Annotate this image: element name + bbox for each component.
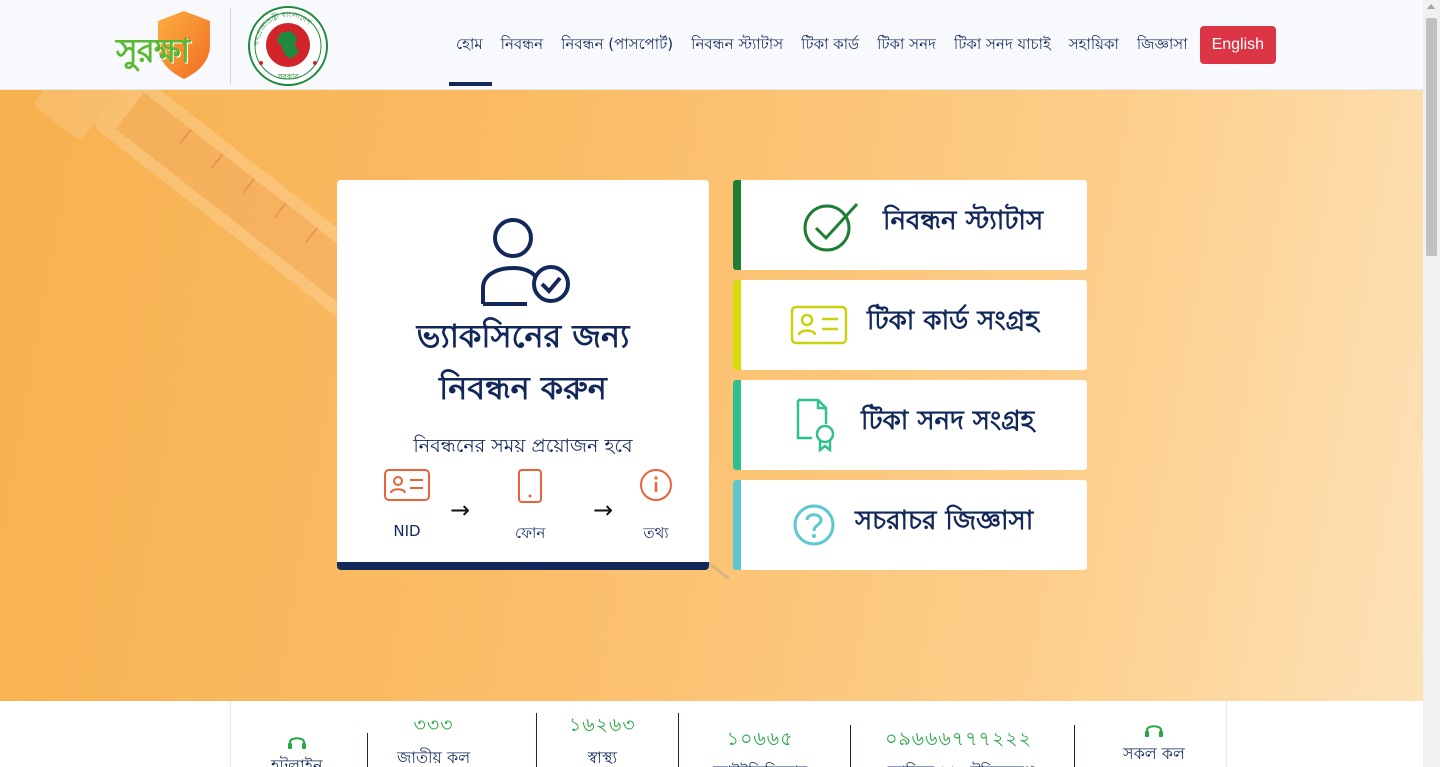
main-nav: হোম নিবন্ধন নিবন্ধন (পাসপোর্ট) নিবন্ধন স… <box>449 0 1277 90</box>
hotline-number[interactable]: ১০৬৬৫ <box>713 725 807 757</box>
scroll-up-arrow-icon[interactable] <box>1427 4 1435 9</box>
hotline-label: কোভিড-১৯ টেলিহেলথ <box>883 759 1034 767</box>
language-toggle-button[interactable]: English <box>1199 26 1277 64</box>
site-header: সুরক্ষা গণপ্রজাতন্ত্রী বাংলাদেশ সরকার হো… <box>0 0 1423 90</box>
hotline-number[interactable]: ১৬২৬৩ <box>569 711 636 743</box>
requirement-phone: ফোন <box>515 468 545 547</box>
separator <box>678 713 679 767</box>
nav-certificate-verify[interactable]: টিকা সনদ যাচাই <box>945 0 1060 90</box>
register-card[interactable]: ভ্যাকসিনের জন্য নিবন্ধন করুন নিবন্ধনের স… <box>337 180 709 570</box>
all-calls-label: সকল কল <box>1123 744 1185 763</box>
nav-registration-status[interactable]: নিবন্ধন স্ট্যাটাস <box>682 0 792 90</box>
id-card-icon <box>790 305 848 345</box>
page-scrollbar[interactable] <box>1423 0 1440 767</box>
faq-card[interactable]: সচরাচর জিজ্ঞাসা <box>733 480 1087 570</box>
registration-status-label: নিবন্ধন স্ট্যাটাস <box>883 206 1044 236</box>
hotline-item[interactable]: ০৯৬৬৬৭৭৭২২২ কোভিড-১৯ টেলিহেলথ <box>883 725 1034 767</box>
hero-section: ভ্যাকসিনের জন্য নিবন্ধন করুন নিবন্ধনের স… <box>0 90 1423 701</box>
requirement-nid: NID <box>383 468 431 540</box>
scrollbar-thumb[interactable] <box>1426 18 1437 256</box>
nav-vaccine-card[interactable]: টিকা কার্ড <box>792 0 868 90</box>
hotline-number[interactable]: ৩৩৩ <box>397 711 470 743</box>
requirement-info: তথ্য <box>639 468 673 547</box>
registration-status-card[interactable]: নিবন্ধন স্ট্যাটাস <box>733 180 1087 270</box>
arrow-right-icon: → <box>593 496 614 524</box>
register-subtitle: নিবন্ধনের সময় প্রয়োজন হবে <box>413 435 633 457</box>
register-title: ভ্যাকসিনের জন্য নিবন্ধন করুন <box>337 310 709 414</box>
headset-icon <box>287 737 306 749</box>
hotline-title: হটলাইন <box>271 733 323 767</box>
info-icon <box>640 469 672 501</box>
nav-home[interactable]: হোম <box>449 0 492 90</box>
hotline-label: জাতীয় কল <box>397 748 471 767</box>
suraksha-logo[interactable]: সুরক্ষা <box>116 7 216 85</box>
separator <box>850 725 851 767</box>
logo-group[interactable]: সুরক্ষা গণপ্রজাতন্ত্রী বাংলাদেশ সরকার <box>116 6 329 86</box>
check-circle-icon <box>803 202 859 252</box>
vaccine-card-collect-label: টিকা কার্ড সংগ্রহ <box>867 306 1039 336</box>
requirement-nid-label: NID <box>393 522 421 540</box>
vaccine-certificate-collect-card[interactable]: টিকা সনদ সংগ্রহ <box>733 380 1087 470</box>
requirement-phone-label: ফোন <box>515 524 546 542</box>
certificate-icon <box>796 398 835 452</box>
hotline-item[interactable]: ১৬২৬৩ স্বাস্থ্য <box>569 711 636 767</box>
card-accent-bar <box>733 280 741 370</box>
logo-text: সুরক্ষা <box>116 31 190 70</box>
hotline-bar: হটলাইন ৩৩৩ জাতীয় কল ১৬২৬৩ স্বাস্থ্য ১০৬… <box>230 701 1227 767</box>
hotline-item[interactable]: ৩৩৩ জাতীয় কল <box>397 711 470 767</box>
card-accent-bar <box>733 180 741 270</box>
hotline-number[interactable]: ০৯৬৬৬৭৭৭২২২ <box>883 725 1034 757</box>
faq-label: সচরাচর জিজ্ঞাসা <box>855 506 1034 536</box>
question-icon <box>793 504 835 546</box>
phone-icon <box>518 469 543 503</box>
separator <box>367 733 368 767</box>
card-accent-bar <box>733 380 741 470</box>
arrow-right-icon: → <box>450 496 471 524</box>
vaccine-card-collect-card[interactable]: টিকা কার্ড সংগ্রহ <box>733 280 1087 370</box>
register-title-line2: নিবন্ধন করুন <box>439 369 607 407</box>
hotline-item[interactable]: ১০৬৬৫ আইইডিসিআর <box>713 725 807 767</box>
card-accent-bar <box>733 480 741 570</box>
seal-inner-text: সরকার <box>277 72 300 81</box>
hotline-label: স্বাস্থ্য <box>587 748 618 767</box>
logo-divider <box>230 8 231 84</box>
headset-icon <box>1144 725 1163 737</box>
nav-help[interactable]: সহায়িকা <box>1060 0 1128 90</box>
nav-vaccine-certificate[interactable]: টিকা সনদ <box>868 0 945 90</box>
government-seal-icon: গণপ্রজাতন্ত্রী বাংলাদেশ সরকার <box>248 6 328 86</box>
register-title-line1: ভ্যাকসিনের জন্য <box>416 317 630 355</box>
vaccine-certificate-collect-label: টিকা সনদ সংগ্রহ <box>861 406 1035 436</box>
requirement-info-label: তথ্য <box>643 524 669 542</box>
hotline-title-label: হটলাইন <box>271 756 323 767</box>
nav-faq[interactable]: জিজ্ঞাসা <box>1128 0 1197 90</box>
nav-registration[interactable]: নিবন্ধন <box>492 0 552 90</box>
hotline-label: আইইডিসিআর <box>713 759 807 767</box>
separator <box>536 713 537 767</box>
user-check-icon <box>481 218 570 306</box>
all-calls: সকল কল <box>1123 721 1185 767</box>
nav-registration-passport[interactable]: নিবন্ধন (পাসপোর্ট) <box>552 0 682 90</box>
separator <box>1074 725 1075 767</box>
id-card-icon <box>384 469 430 501</box>
